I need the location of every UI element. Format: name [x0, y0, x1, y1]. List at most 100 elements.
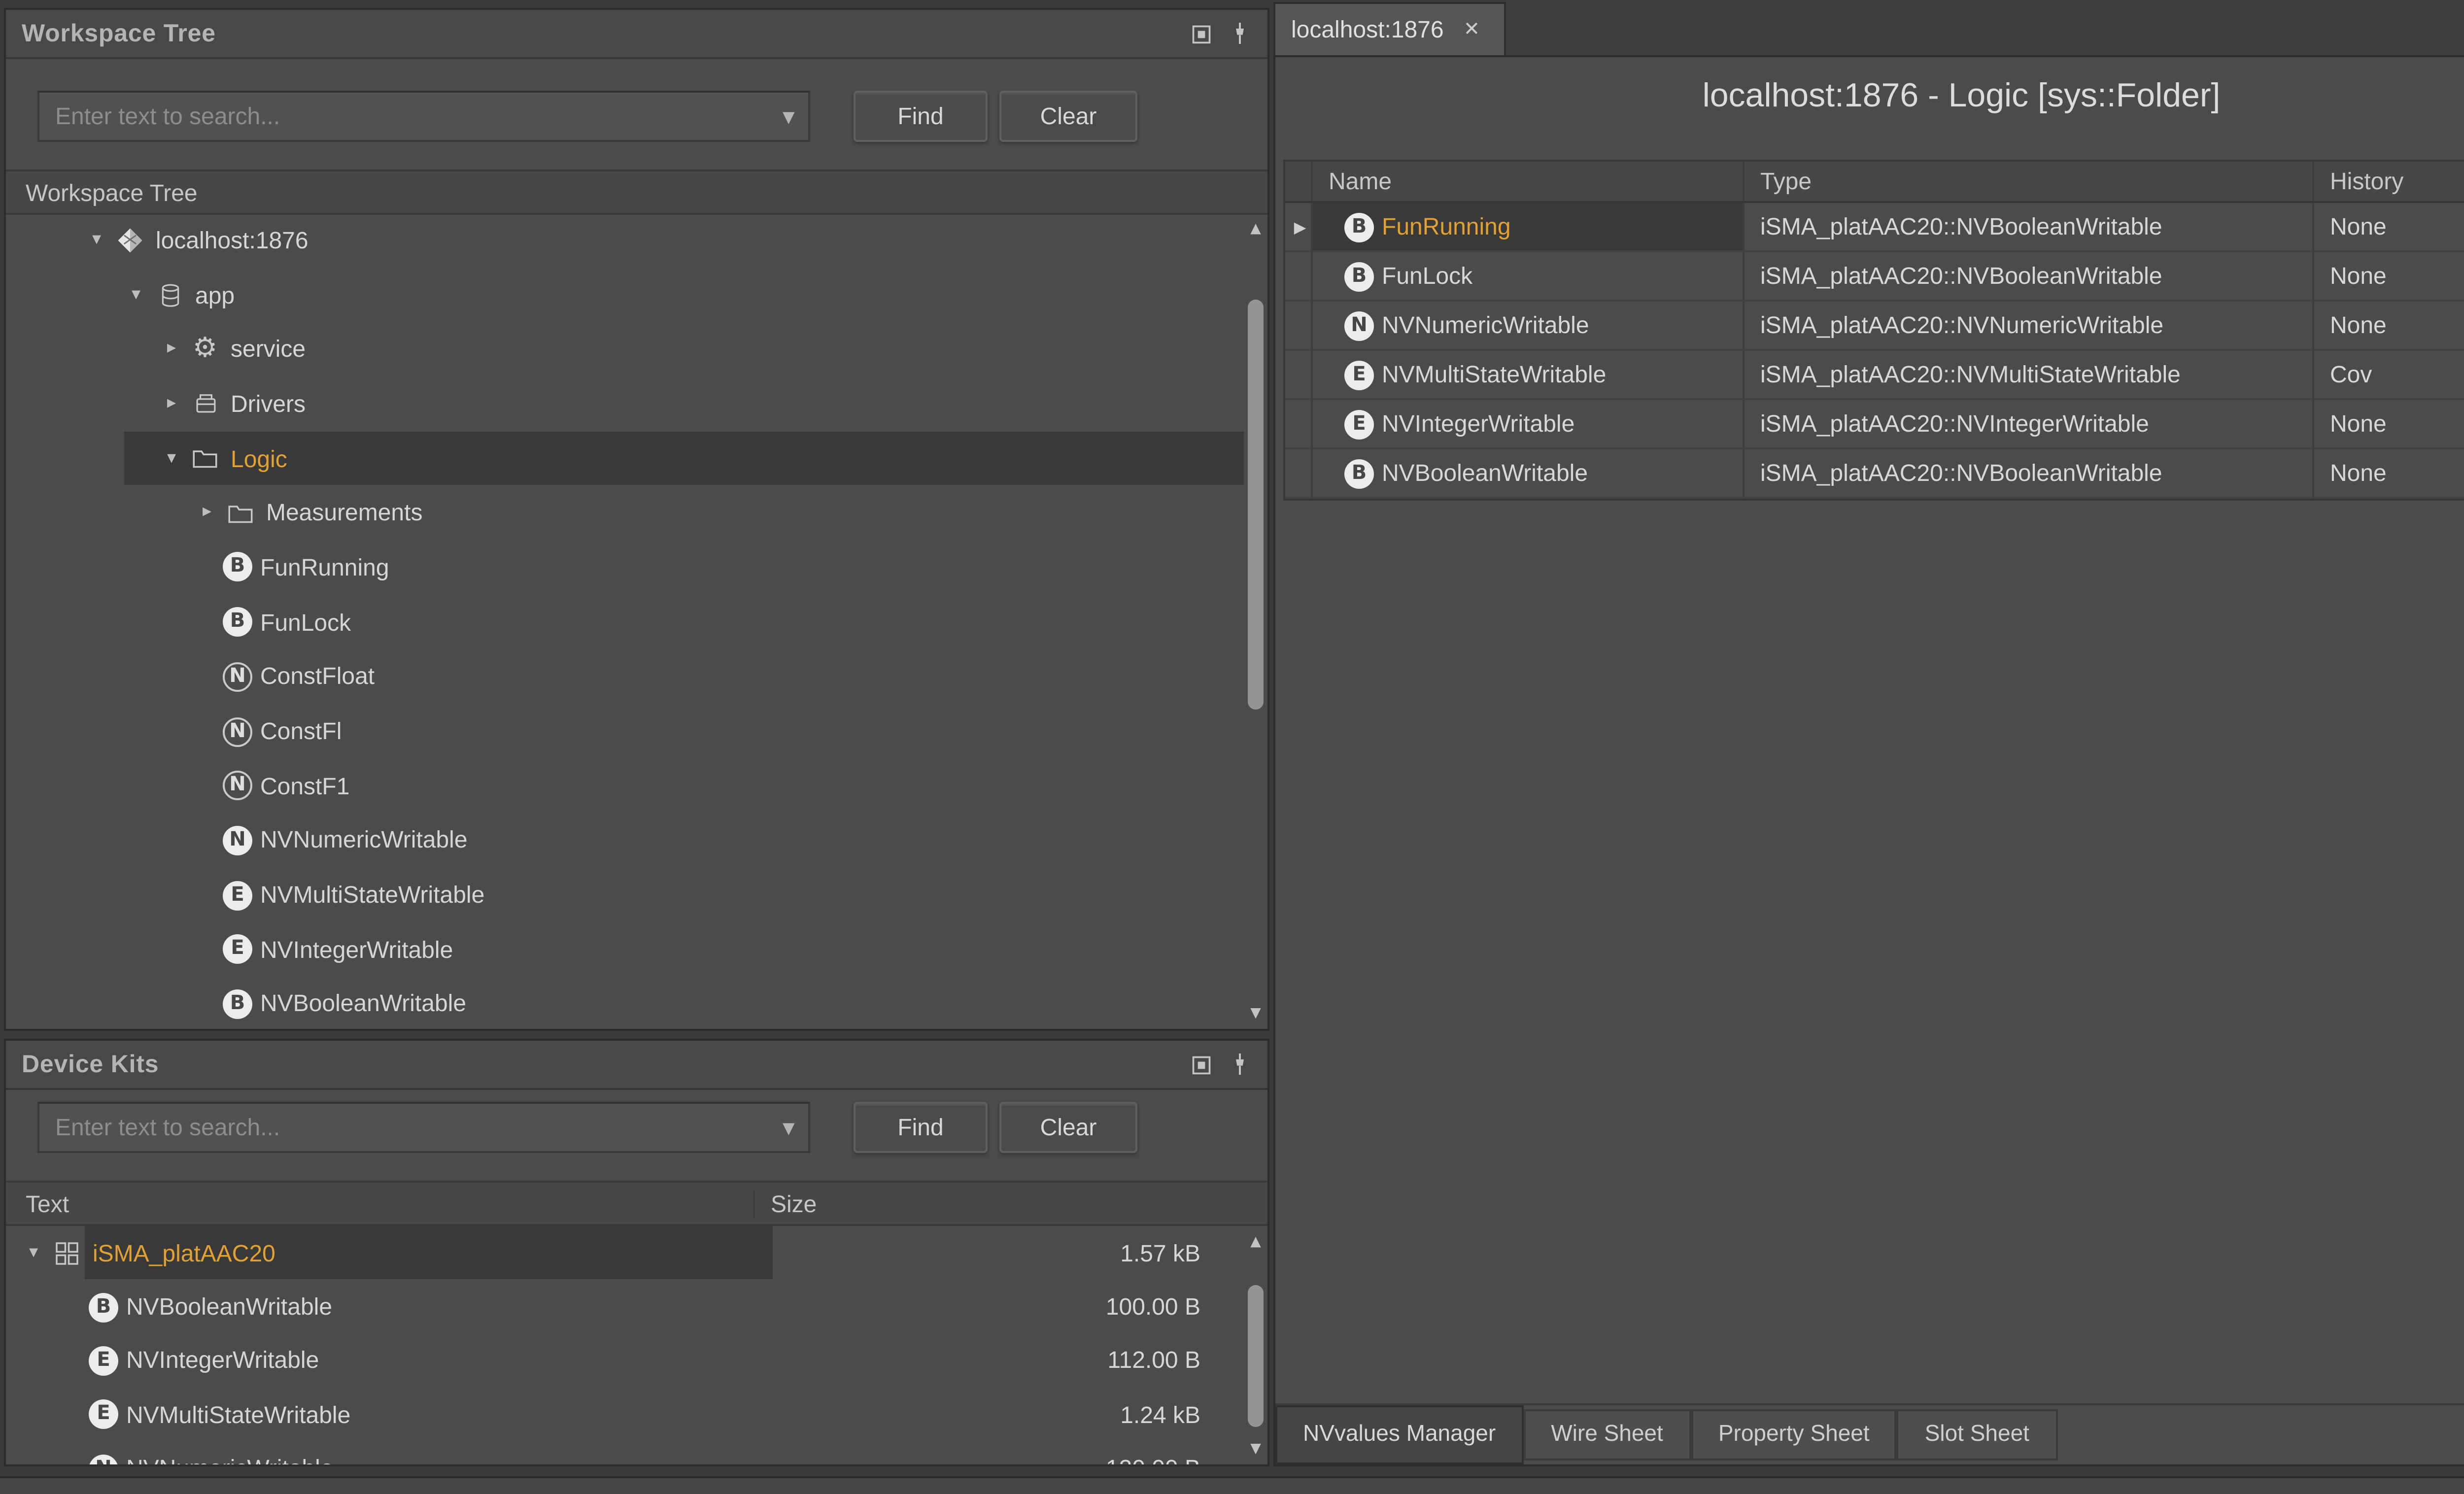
table-cell-history[interactable]: Cov [2314, 351, 2464, 400]
tab-property-sheet[interactable]: Property Sheet [1691, 1409, 1897, 1460]
restore-window-icon[interactable] [1189, 1053, 1212, 1076]
clear-button[interactable]: Clear [999, 91, 1137, 142]
table-cell-name[interactable]: B NVBooleanWritable [1313, 449, 1745, 499]
tree-item-app[interactable]: ▾ app [6, 268, 1244, 322]
find-button[interactable]: Find [854, 1102, 988, 1153]
table-cell-type[interactable]: iSMA_platAAC20::NVNumericWritable [1745, 302, 2314, 351]
kit-row-nvbooleanwritable[interactable]: B NVBooleanWritable 100.00 B [6, 1280, 1244, 1334]
tree-item-drivers[interactable]: ▸ Drivers [6, 376, 1244, 431]
kit-row-nvmultistatewritable[interactable]: E NVMultiStateWritable 1.24 kB [6, 1388, 1244, 1442]
folder-icon [223, 497, 258, 529]
view-title: localhost:1876 - Logic [sys::Folder] [1279, 77, 2464, 116]
chevron-right-icon[interactable]: ▸ [156, 340, 187, 359]
close-icon[interactable]: ✕ [1464, 19, 1480, 40]
tree-item-nvmultistatewritable[interactable]: E NVMultiStateWritable [6, 868, 1244, 922]
tree-item-service[interactable]: ▸ ⚙ service [6, 322, 1244, 377]
kit-row-size: 120.00 B [1106, 1455, 1244, 1464]
table-cell-name[interactable]: E NVMultiStateWritable [1313, 351, 1745, 400]
table-cell-history[interactable]: None [2314, 400, 2464, 449]
search-dropdown-icon[interactable]: ▼ [783, 108, 795, 126]
table-cell-history[interactable]: None [2314, 203, 2464, 252]
tab-wire-sheet[interactable]: Wire Sheet [1523, 1409, 1691, 1460]
nv-values-table: Name Type History Status ▶ B FunRunning … [1283, 160, 2464, 501]
chevron-down-icon[interactable]: ▾ [81, 230, 112, 250]
table-cell-history[interactable]: None [2314, 252, 2464, 302]
scrollbar-thumb[interactable] [1248, 300, 1264, 710]
tree-item-funlock[interactable]: B FunLock [6, 595, 1244, 649]
tree-item-constf1[interactable]: N ConstF1 [6, 759, 1244, 814]
enum-badge-icon: E [1344, 360, 1374, 389]
table-cell-type[interactable]: iSMA_platAAC20::NVIntegerWritable [1745, 400, 2314, 449]
tab-label: localhost:1876 [1291, 16, 1444, 43]
find-button[interactable]: Find [854, 91, 988, 142]
table-cell-name[interactable]: N NVNumericWritable [1313, 302, 1745, 351]
kit-row-nvnumericwritable[interactable]: N NVNumericWritable 120.00 B [6, 1442, 1244, 1464]
device-kits-search-row: ▼ Find Clear [6, 1102, 1267, 1153]
tree-item-label: service [231, 336, 306, 363]
boolean-badge-icon: B [89, 1292, 118, 1322]
table-cell-type[interactable]: iSMA_platAAC20::NVMultiStateWritable [1745, 351, 2314, 400]
boolean-badge-icon: B [1344, 212, 1374, 241]
table-cell-name[interactable]: E NVIntegerWritable [1313, 400, 1745, 449]
tree-item-logic[interactable]: ▾ Logic [6, 431, 1244, 486]
table-cell-name[interactable]: B FunRunning [1313, 203, 1745, 252]
tree-item-constfloat[interactable]: N ConstFloat [6, 649, 1244, 704]
clear-button[interactable]: Clear [999, 1102, 1137, 1153]
tree-item-label: ConstF1 [260, 772, 349, 800]
tree-item-localhost[interactable]: ▾ localhost:1876 [6, 213, 1244, 268]
workspace-tree-scrollbar[interactable]: ▲ ▼ [1244, 213, 1267, 1029]
table-header-name[interactable]: Name [1313, 162, 1745, 203]
chevron-right-icon[interactable]: ▸ [191, 503, 223, 523]
cell-text: FunLock [1382, 262, 1472, 290]
kit-row-size: 112.00 B [1107, 1347, 1244, 1375]
boolean-badge-icon: B [223, 989, 252, 1019]
device-kits-scrollbar[interactable]: ▲ ▼ [1244, 1226, 1267, 1464]
cell-text: FunRunning [1382, 213, 1511, 240]
search-input[interactable] [37, 91, 810, 142]
table-header-type[interactable]: Type [1745, 162, 2314, 203]
tree-item-funrunning[interactable]: B FunRunning [6, 541, 1244, 595]
search-input[interactable] [37, 1102, 810, 1153]
tree-item-label: localhost:1876 [156, 226, 308, 254]
scroll-down-icon[interactable]: ▼ [1244, 1441, 1267, 1457]
row-selector [1285, 400, 1313, 449]
table-header-history[interactable]: History [2314, 162, 2464, 203]
bottom-docked-panel-edge [0, 1476, 2464, 1494]
scrollbar-thumb[interactable] [1248, 1285, 1264, 1427]
search-dropdown-icon[interactable]: ▼ [783, 1120, 795, 1137]
pin-icon[interactable] [1228, 22, 1252, 45]
tree-item-constfl[interactable]: N ConstFl [6, 704, 1244, 759]
tree-item-measurements[interactable]: ▸ Measurements [6, 486, 1244, 541]
kit-row-isma-plataac20[interactable]: ▾ iSMA_platAAC20 1.57 kB [6, 1226, 1244, 1280]
table-cell-type[interactable]: iSMA_platAAC20::NVBooleanWritable [1745, 252, 2314, 302]
tab-slot-sheet[interactable]: Slot Sheet [1897, 1409, 2057, 1460]
kit-row-label: iSMA_platAAC20 [93, 1239, 275, 1267]
scroll-up-icon[interactable]: ▲ [1244, 221, 1267, 237]
cell-text: NVNumericWritable [1382, 311, 1589, 339]
kit-row-label: NVMultiStateWritable [126, 1401, 350, 1428]
pin-icon[interactable] [1228, 1053, 1252, 1076]
tree-item-nvnumericwritable[interactable]: N NVNumericWritable [6, 813, 1244, 868]
row-selector: ▶ [1285, 203, 1313, 252]
table-cell-type[interactable]: iSMA_platAAC20::NVBooleanWritable [1745, 203, 2314, 252]
restore-window-icon[interactable] [1189, 22, 1212, 45]
numeric-badge-icon: N [223, 716, 252, 746]
tab-localhost-1876[interactable]: localhost:1876 ✕ [1273, 2, 1506, 55]
chevron-down-icon[interactable]: ▾ [156, 448, 187, 468]
tree-item-nvbooleanwritable[interactable]: B NVBooleanWritable [6, 977, 1244, 1029]
tree-item-nvintegerwritable[interactable]: E NVIntegerWritable [6, 922, 1244, 977]
tab-nvvalues-manager[interactable]: NVvalues Manager [1275, 1405, 1523, 1464]
scroll-down-icon[interactable]: ▼ [1244, 1005, 1267, 1021]
table-cell-type[interactable]: iSMA_platAAC20::NVBooleanWritable [1745, 449, 2314, 499]
column-header-text: Text [6, 1189, 753, 1217]
chevron-right-icon[interactable]: ▸ [156, 394, 187, 414]
kit-row-nvintegerwritable[interactable]: E NVIntegerWritable 112.00 B [6, 1334, 1244, 1388]
gear-icon: ⚙ [187, 334, 223, 365]
table-cell-history[interactable]: None [2314, 449, 2464, 499]
workspace-search-row: ▼ Find Clear [6, 91, 1267, 142]
table-cell-name[interactable]: B FunLock [1313, 252, 1745, 302]
scroll-up-icon[interactable]: ▲ [1244, 1234, 1267, 1250]
chevron-down-icon[interactable]: ▾ [120, 285, 152, 305]
table-cell-history[interactable]: None [2314, 302, 2464, 351]
chevron-down-icon[interactable]: ▾ [18, 1243, 49, 1263]
